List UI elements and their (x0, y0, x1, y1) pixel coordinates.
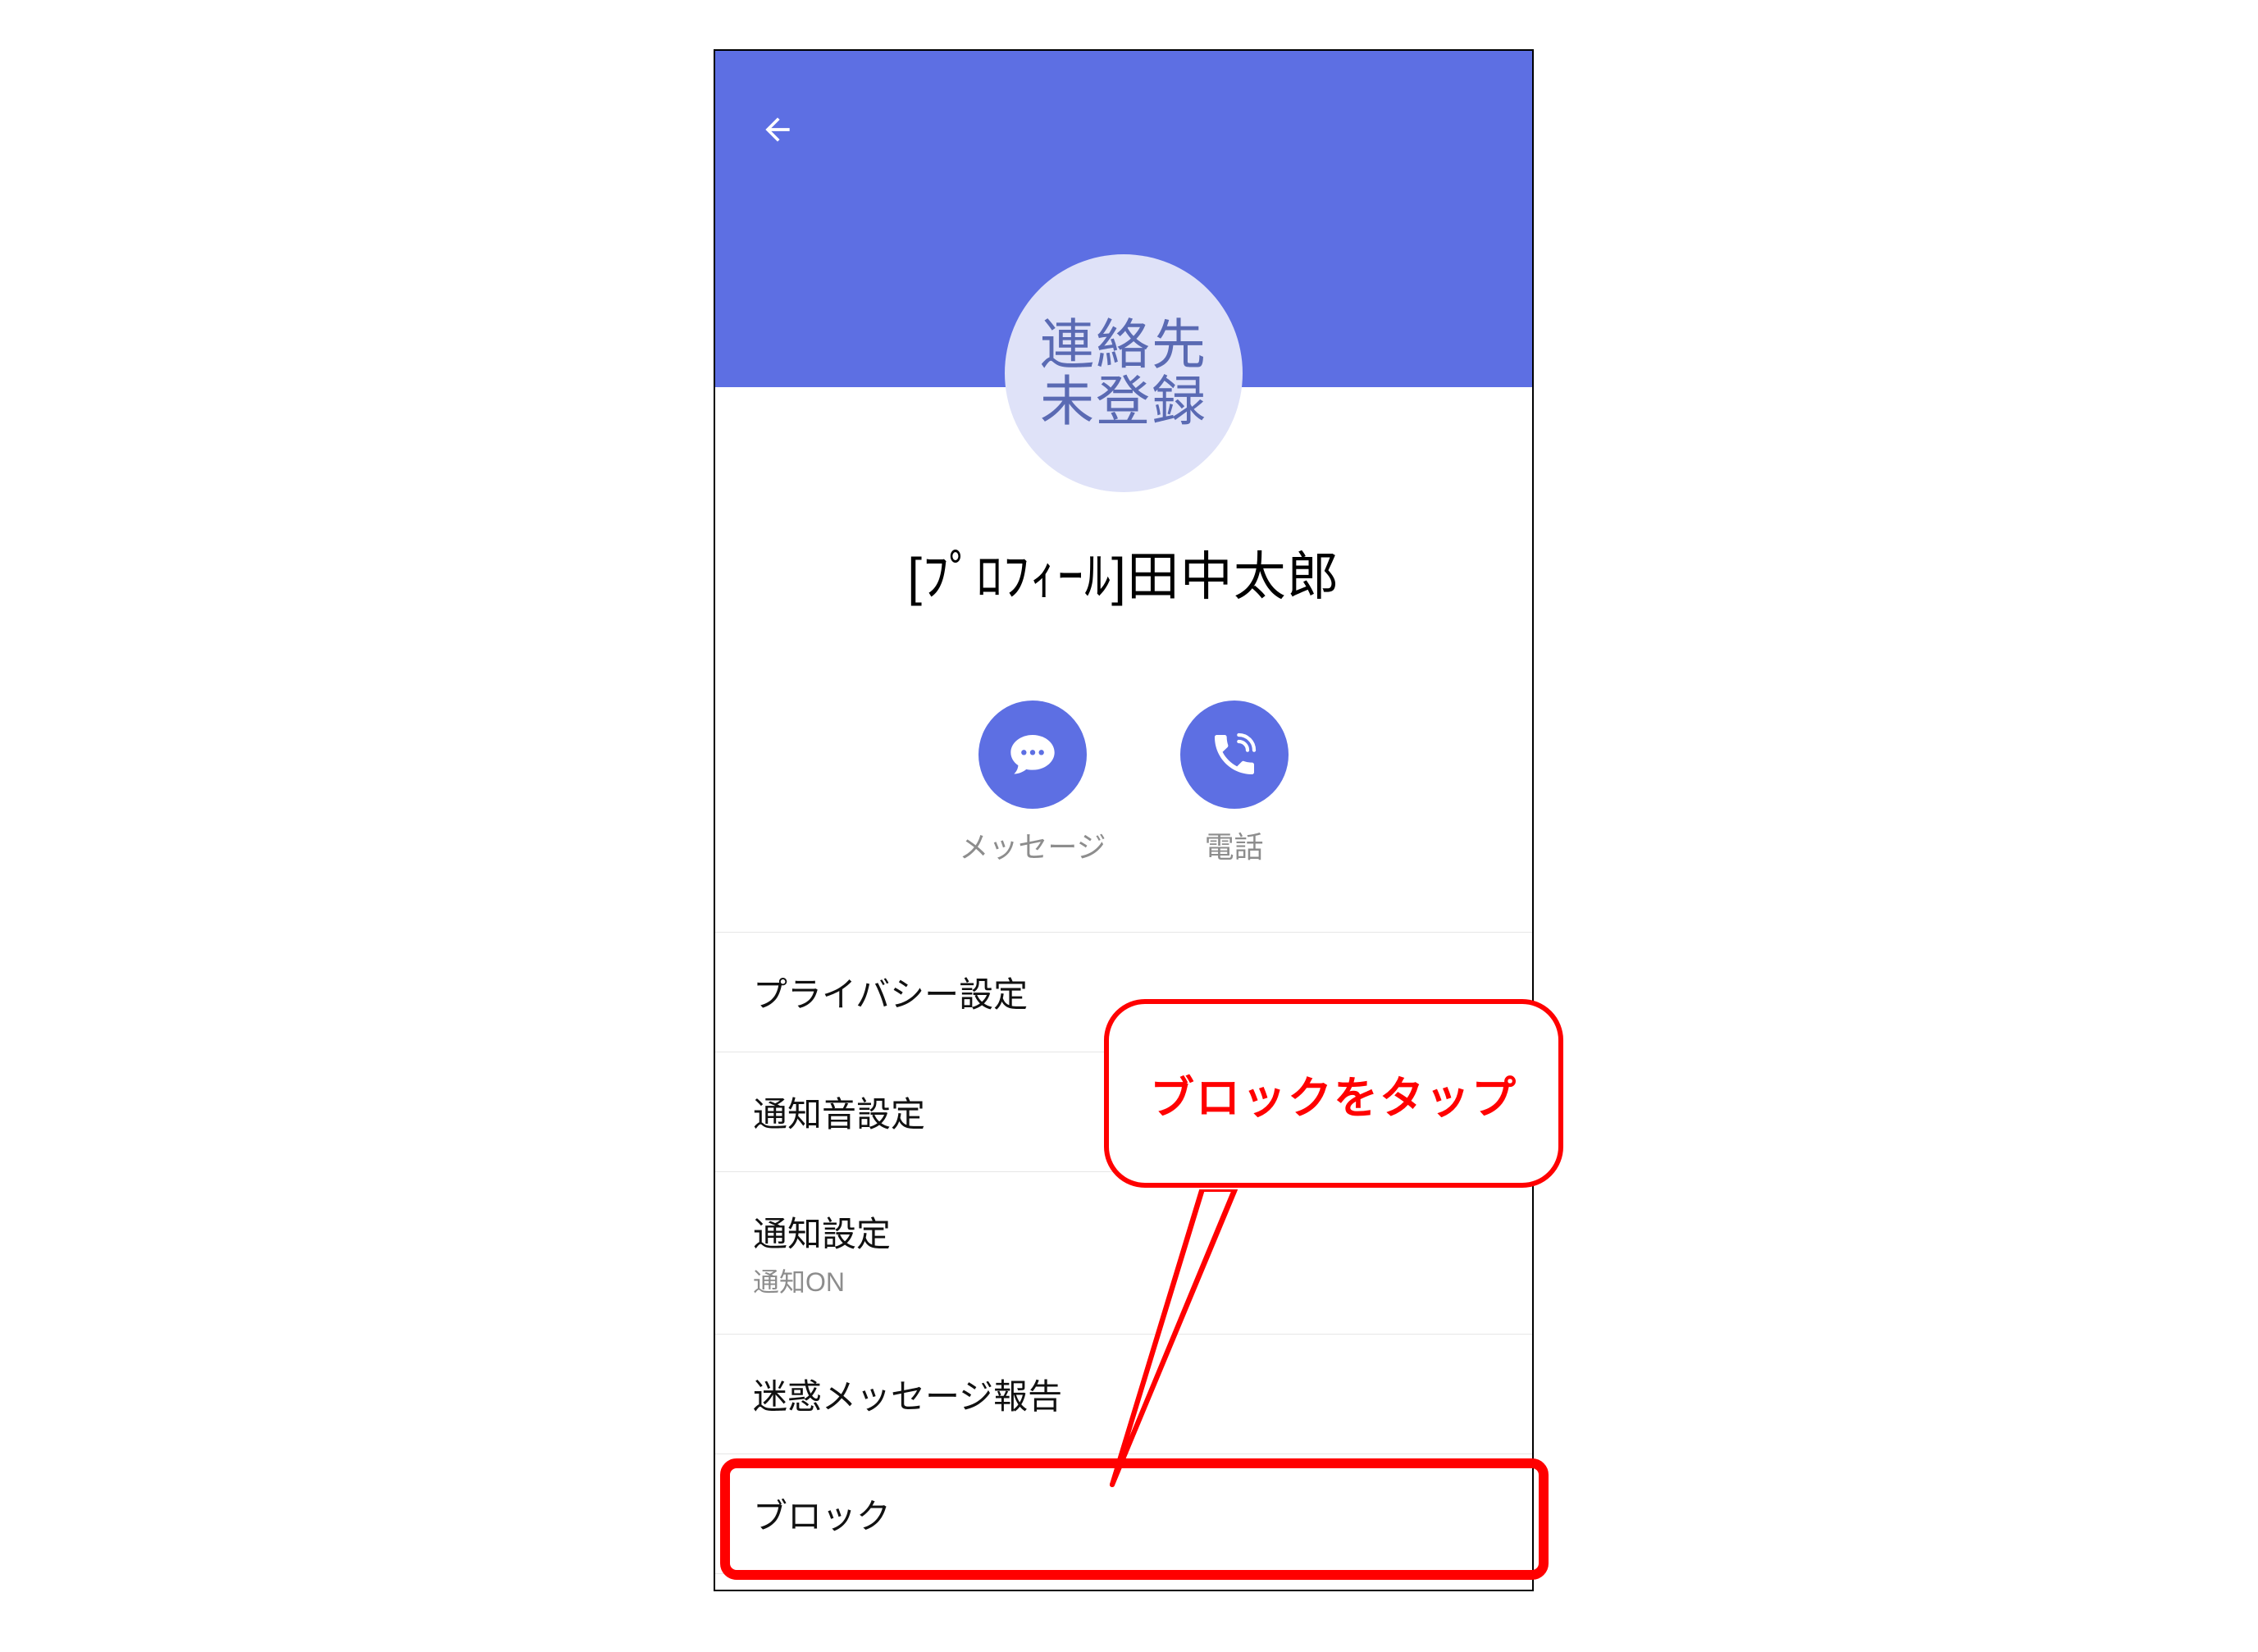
annotation-tail (1096, 1173, 1342, 1501)
profile-name: [ﾌﾟﾛﾌｨｰﾙ]田中太郎 (715, 535, 1532, 610)
avatar-text-line1: 連絡先 (1040, 317, 1207, 373)
phone-icon (1180, 701, 1289, 809)
avatar[interactable]: 連絡先 未登録 (1005, 254, 1243, 492)
annotation-callout: ブロックをタップ (1104, 999, 1563, 1188)
back-button[interactable] (753, 105, 802, 154)
action-row: メッセージ 電話 (715, 701, 1532, 866)
message-button[interactable]: メッセージ (959, 701, 1106, 866)
arrow-back-icon (760, 112, 796, 148)
call-label: 電話 (1205, 824, 1264, 866)
chat-icon (978, 701, 1087, 809)
avatar-text-line2: 未登録 (1040, 373, 1207, 430)
call-button[interactable]: 電話 (1180, 701, 1289, 866)
message-label: メッセージ (959, 824, 1106, 866)
annotation-text: ブロックをタップ (1150, 1061, 1517, 1126)
